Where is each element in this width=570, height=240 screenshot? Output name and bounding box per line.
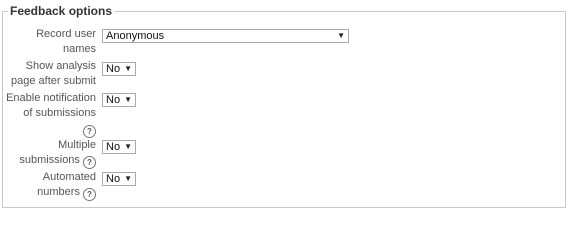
chevron-down-icon: ▼ (124, 174, 132, 183)
record-user-names-value: Anonymous (106, 30, 165, 42)
enable-notification-value: No (106, 94, 121, 106)
show-analysis-label: Show analysis page after submit (11, 60, 96, 87)
enable-notification-label: Enable notification of submissions ? (6, 92, 96, 138)
enable-notification-select[interactable]: No ▼ (102, 93, 136, 107)
chevron-down-icon: ▼ (124, 95, 132, 104)
automated-numbers-select[interactable]: No ▼ (102, 172, 136, 186)
show-analysis-select[interactable]: No ▼ (102, 62, 136, 76)
automated-numbers-label: Automated numbers ? (37, 171, 96, 201)
chevron-down-icon: ▼ (124, 64, 132, 73)
chevron-down-icon: ▼ (337, 31, 345, 40)
automated-numbers-value: No (106, 173, 121, 185)
help-icon[interactable]: ? (83, 188, 96, 201)
show-analysis-value: No (106, 63, 121, 75)
record-user-names-label: Record user names (36, 28, 96, 55)
multiple-submissions-label: Multiple submissions ? (19, 139, 96, 169)
multiple-submissions-select[interactable]: No ▼ (102, 140, 136, 154)
help-icon[interactable]: ? (83, 156, 96, 169)
help-icon[interactable]: ? (83, 125, 96, 138)
record-user-names-select[interactable]: Anonymous ▼ (102, 29, 349, 43)
chevron-down-icon: ▼ (124, 142, 132, 151)
feedback-options-legend: Feedback options (8, 4, 115, 18)
multiple-submissions-value: No (106, 141, 121, 153)
